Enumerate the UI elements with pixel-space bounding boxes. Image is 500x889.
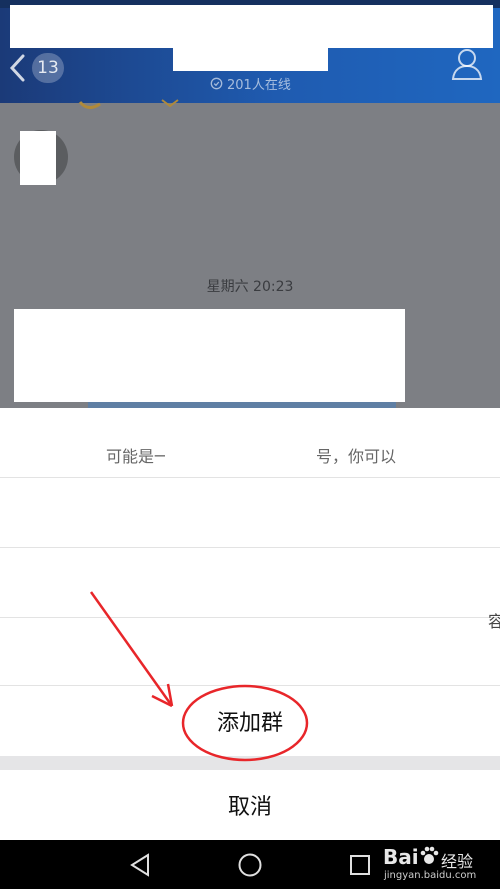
- online-status: 201人在线: [210, 74, 291, 93]
- unread-count-badge: 13: [32, 53, 64, 83]
- watermark-url: jingyan.baidu.com: [384, 870, 477, 881]
- nav-back-button[interactable]: [110, 840, 170, 889]
- redacted-avatar: [20, 131, 56, 185]
- sheet-hint-right: 号，你可以: [316, 447, 397, 466]
- recents-square-icon: [350, 854, 370, 875]
- sheet-separator: [0, 756, 500, 770]
- online-count-text: 201人在线: [227, 77, 291, 93]
- sheet-option-row[interactable]: [0, 477, 500, 547]
- group-members-button[interactable]: [448, 46, 492, 86]
- clock-icon: [210, 77, 223, 89]
- add-group-button[interactable]: 添加群: [0, 686, 500, 756]
- home-circle-icon: [238, 853, 262, 876]
- profile-icon: [451, 49, 483, 80]
- add-group-label: 添加群: [216, 711, 283, 736]
- back-triangle-icon: [130, 852, 149, 877]
- redacted-hint-middle: [165, 438, 315, 468]
- message-timestamp: 星期六 20:23: [206, 279, 294, 295]
- cancel-label: 取消: [227, 795, 272, 820]
- sheet-option-row[interactable]: [0, 617, 500, 686]
- cancel-button[interactable]: 取消: [0, 770, 500, 840]
- sheet-edge-fragment: 容: [488, 612, 500, 631]
- chevron-left-icon: [9, 54, 25, 82]
- emoji-fragment-icon: [78, 99, 179, 109]
- watermark-brand-cn: 经验: [441, 852, 474, 871]
- baidu-paw-icon: [420, 846, 439, 864]
- nav-home-button[interactable]: [220, 840, 280, 889]
- sheet-hint-left: 可能是一: [106, 447, 171, 466]
- redacted-title-center: [173, 45, 328, 71]
- back-button[interactable]: 13: [8, 48, 78, 88]
- redacted-message-bubble[interactable]: [14, 309, 405, 402]
- sheet-option-row[interactable]: [0, 547, 500, 617]
- redacted-title-top: [10, 5, 493, 48]
- watermark-brand: Bai: [383, 845, 419, 869]
